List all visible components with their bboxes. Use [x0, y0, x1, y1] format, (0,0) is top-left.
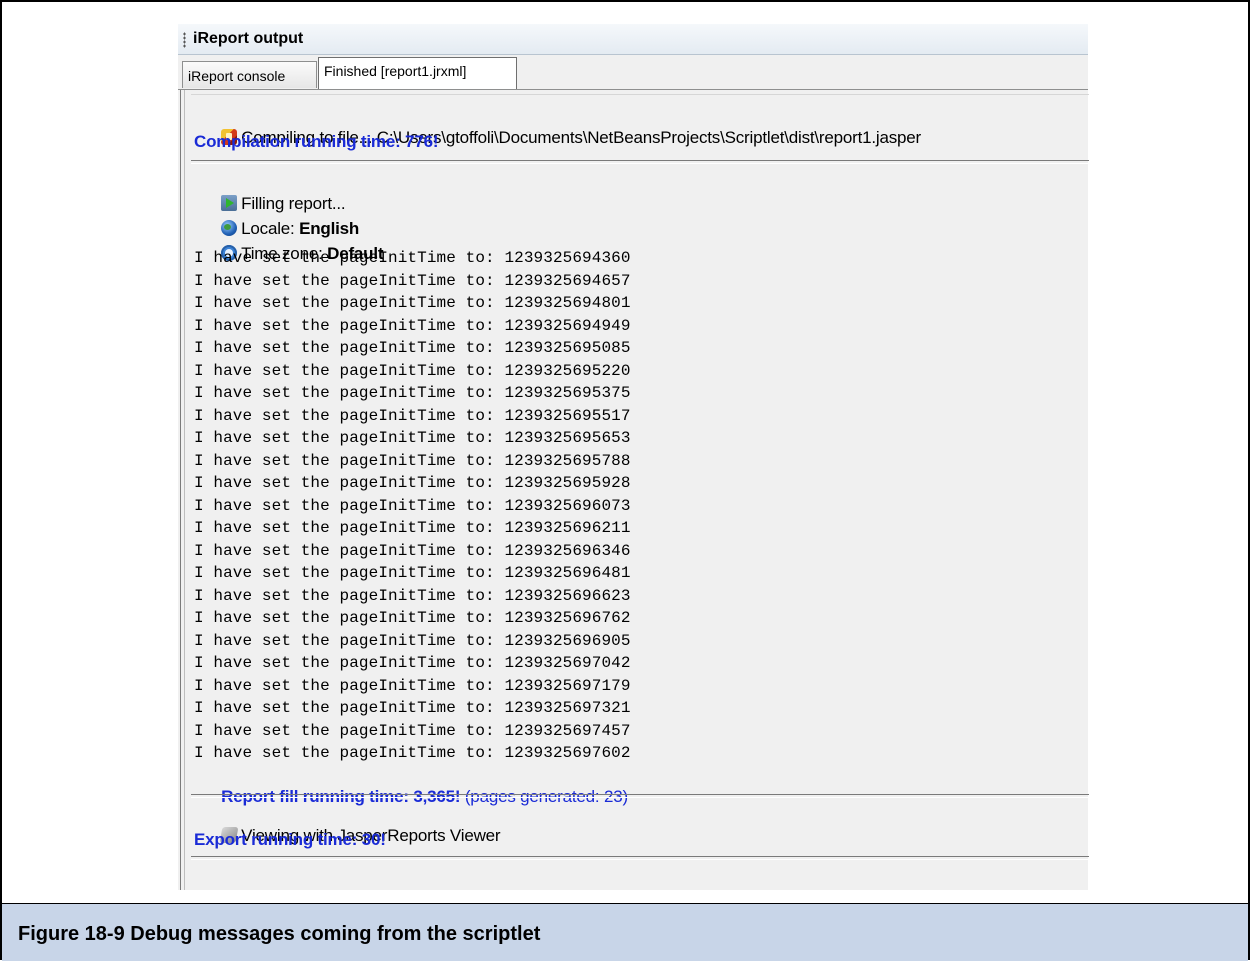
tab-finished-report[interactable]: Finished [report1.jrxml]: [318, 57, 517, 89]
debug-log-line: I have set the pageInitTime to: 12393256…: [194, 249, 631, 267]
debug-log-line: I have set the pageInitTime to: 12393256…: [194, 271, 631, 290]
ireport-output-window: iReport output iReport console Finished …: [178, 24, 1089, 890]
debug-log-line: I have set the pageInitTime to: 12393256…: [194, 519, 631, 537]
debug-log-line: I have set the pageInitTime to: 12393256…: [194, 384, 631, 402]
figure-caption-bar: Figure 18-9 Debug messages coming from t…: [2, 903, 1248, 961]
output-panel[interactable]: Compiling to file... C:\Users\gtoffoli\D…: [180, 90, 1089, 890]
debug-log-line: I have set the pageInitTime to: 12393256…: [194, 474, 631, 492]
debug-log-line: I have set the pageInitTime to: 12393256…: [194, 586, 631, 605]
compile-time: Compilation running time: 776!: [194, 132, 439, 151]
debug-log-line: I have set the pageInitTime to: 12393256…: [194, 406, 631, 425]
tab-strip: iReport console Finished [report1.jrxml]: [178, 55, 1088, 90]
figure-caption: Figure 18-9 Debug messages coming from t…: [18, 923, 541, 945]
section-divider: [191, 94, 1089, 96]
export-time: Export running time: 30!: [194, 830, 386, 849]
debug-log-line: I have set the pageInitTime to: 12393256…: [194, 361, 631, 380]
window-titlebar[interactable]: iReport output: [178, 24, 1088, 55]
debug-log-line: I have set the pageInitTime to: 12393256…: [194, 429, 631, 447]
debug-log-line: I have set the pageInitTime to: 12393256…: [194, 744, 631, 762]
debug-log-line: I have set the pageInitTime to: 12393256…: [194, 451, 631, 470]
debug-log-line: I have set the pageInitTime to: 12393256…: [194, 654, 631, 672]
debug-log-line: I have set the pageInitTime to: 12393256…: [194, 699, 631, 717]
debug-log-line: I have set the pageInitTime to: 12393256…: [194, 316, 631, 335]
section-divider: [191, 160, 1089, 164]
section-divider: [191, 794, 1089, 798]
debug-log-line: I have set the pageInitTime to: 12393256…: [194, 496, 631, 515]
debug-log-line: I have set the pageInitTime to: 12393256…: [194, 721, 631, 740]
debug-log-line: I have set the pageInitTime to: 12393256…: [194, 631, 631, 650]
drag-grip-icon[interactable]: [183, 32, 186, 48]
debug-log-line: I have set the pageInitTime to: 12393256…: [194, 564, 631, 582]
debug-log-line: I have set the pageInitTime to: 12393256…: [194, 541, 631, 560]
tab-ireport-console[interactable]: iReport console: [182, 61, 317, 88]
window-title: iReport output: [193, 30, 304, 47]
section-divider: [191, 856, 1089, 860]
debug-log-line: I have set the pageInitTime to: 12393256…: [194, 339, 631, 357]
debug-log-line: I have set the pageInitTime to: 12393256…: [194, 294, 631, 312]
debug-log-line: I have set the pageInitTime to: 12393256…: [194, 609, 631, 627]
debug-log-line: I have set the pageInitTime to: 12393256…: [194, 676, 631, 695]
